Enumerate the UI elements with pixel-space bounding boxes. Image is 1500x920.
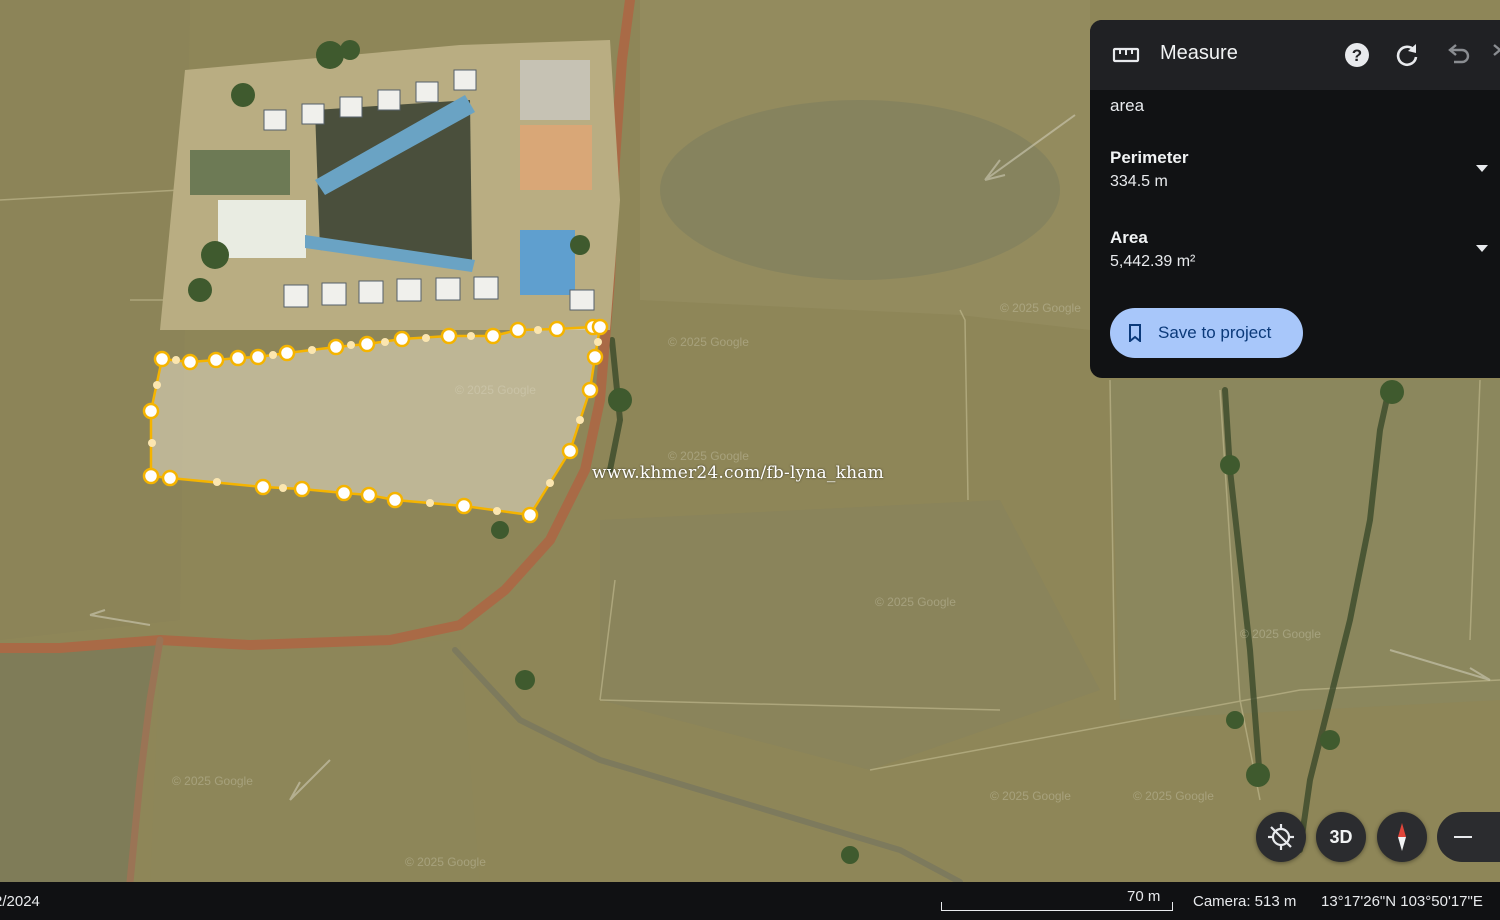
coordinates: 13°17'26"N 103°50'17"E	[1321, 893, 1483, 910]
svg-text:© 2025 Google: © 2025 Google	[875, 595, 956, 609]
undo-icon[interactable]	[1442, 40, 1472, 70]
3d-label: 3D	[1329, 827, 1353, 847]
svg-text:© 2025 Google: © 2025 Google	[668, 449, 749, 463]
help-icon[interactable]: ?	[1342, 40, 1372, 70]
location-off-button[interactable]	[1256, 812, 1306, 862]
wet-field-patch	[660, 100, 1060, 280]
perimeter-value: 334.5 m	[1110, 173, 1168, 190]
ruler-icon	[1112, 47, 1140, 63]
location-off-icon	[1268, 824, 1294, 850]
chevron-down-icon[interactable]	[1475, 163, 1489, 173]
bookmark-icon	[1129, 324, 1141, 342]
svg-text:© 2025 Google: © 2025 Google	[405, 855, 486, 869]
svg-text:© 2025 Google: © 2025 Google	[990, 789, 1071, 803]
save-to-project-button[interactable]: Save to project	[1110, 308, 1303, 358]
redo-icon[interactable]	[1490, 40, 1500, 70]
chevron-down-icon[interactable]	[1475, 243, 1489, 253]
compass-button[interactable]	[1377, 812, 1427, 862]
measure-mode-label: area	[1110, 96, 1145, 115]
compass-icon	[1398, 823, 1406, 851]
refresh-icon[interactable]	[1392, 40, 1422, 70]
rice-field	[150, 640, 480, 882]
watermark-text: www.khmer24.com/fb-lyna_kham	[592, 463, 884, 483]
svg-text:© 2025 Google: © 2025 Google	[1240, 627, 1321, 641]
zoom-out-icon	[1454, 836, 1472, 838]
svg-text:© 2025 Google: © 2025 Google	[172, 774, 253, 788]
area-label: Area	[1110, 228, 1148, 247]
measure-panel-header: Measure ?	[1090, 20, 1500, 90]
zoom-out-button[interactable]	[1437, 812, 1500, 862]
area-value: 5,442.39 m²	[1110, 253, 1196, 270]
3d-toggle-button[interactable]: 3D	[1316, 812, 1366, 862]
measure-panel: Measure ? area Perimeter 334.5 m Area 5,…	[1090, 20, 1500, 378]
svg-text:© 2025 Google: © 2025 Google	[1000, 301, 1081, 315]
svg-text:© 2025 Google: © 2025 Google	[668, 335, 749, 349]
scale-bar	[941, 902, 1173, 911]
save-button-label: Save to project	[1158, 323, 1272, 342]
panel-title: Measure	[1160, 42, 1238, 64]
status-bar: 2/2024 70 m Camera: 513 m 13°17'26"N 103…	[0, 882, 1500, 920]
svg-text:© 2025 Google: © 2025 Google	[1133, 789, 1214, 803]
imagery-date: 2/2024	[0, 893, 40, 910]
camera-altitude: Camera: 513 m	[1193, 893, 1297, 910]
perimeter-label: Perimeter	[1110, 148, 1189, 167]
rice-field	[1110, 380, 1500, 720]
svg-text:?: ?	[1352, 46, 1362, 65]
farm-compound	[160, 40, 620, 330]
